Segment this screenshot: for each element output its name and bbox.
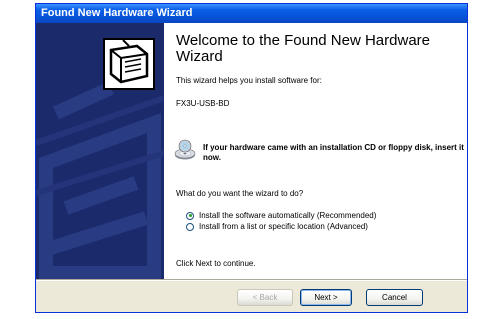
wizard-content: Welcome to the Found New Hardware Wizard…	[164, 23, 467, 279]
next-button[interactable]: Next >	[300, 289, 352, 306]
continue-hint: Click Next to continue.	[176, 259, 256, 268]
cd-disk-icon	[174, 139, 196, 161]
wizard-window: Found New Hardware Wizard Welcome to the…	[35, 3, 468, 313]
option-label[interactable]: Install from a list or specific location…	[199, 222, 368, 231]
cancel-button[interactable]: Cancel	[366, 289, 423, 306]
back-button[interactable]: < Back	[237, 289, 293, 306]
hardware-card-icon	[103, 38, 155, 90]
title-bar[interactable]: Found New Hardware Wizard	[36, 4, 467, 23]
option-install-from-list[interactable]: Install from a list or specific location…	[186, 221, 368, 232]
intro-text: This wizard helps you install software f…	[176, 76, 322, 85]
window-title: Found New Hardware Wizard	[41, 7, 193, 19]
option-label[interactable]: Install the software automatically (Reco…	[199, 211, 376, 220]
page-title: Welcome to the Found New Hardware Wizard	[176, 32, 431, 65]
radio-button-selected[interactable]	[186, 211, 194, 220]
device-name: FX3U-USB-BD	[176, 99, 230, 108]
question-text: What do you want the wizard to do?	[176, 189, 304, 198]
wizard-side-panel	[36, 23, 164, 279]
option-install-automatically[interactable]: Install the software automatically (Reco…	[186, 210, 376, 221]
radio-button[interactable]	[186, 222, 194, 231]
cd-instruction: If your hardware came with an installati…	[203, 143, 464, 162]
button-separator	[36, 279, 467, 281]
